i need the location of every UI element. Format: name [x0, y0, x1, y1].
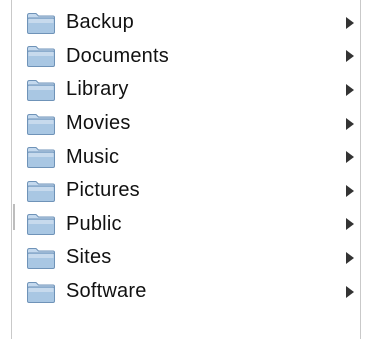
folder-icon [26, 78, 56, 102]
folder-icon-graphic [27, 12, 55, 34]
folder-row-public[interactable]: Public [26, 208, 356, 242]
folder-label: Library [66, 78, 129, 101]
folder-icon-graphic [27, 79, 55, 101]
folder-icon-graphic [27, 46, 55, 68]
folder-highlight [28, 287, 54, 292]
disclosure-arrow-icon [346, 184, 354, 197]
disclosure-arrow-icon [346, 117, 354, 130]
folder-icon-graphic [27, 247, 55, 269]
folder-icon [26, 11, 56, 35]
folder-highlight [28, 253, 54, 258]
folder-icon [26, 179, 56, 203]
folder-highlight [28, 52, 54, 57]
folder-highlight [28, 119, 54, 124]
disclosure-arrow-icon [346, 218, 354, 231]
folder-label: Music [66, 145, 120, 168]
folder-label: Public [66, 212, 122, 235]
folder-icon [26, 112, 56, 136]
disclosure-arrow-icon [346, 285, 354, 298]
folder-icon-graphic [27, 147, 55, 169]
folder-row-sites[interactable]: Sites [26, 241, 356, 275]
folder-label: Sites [66, 246, 112, 269]
folder-icon [26, 145, 56, 169]
folder-row-library[interactable]: Library [26, 73, 356, 107]
folder-icon-graphic [27, 281, 55, 303]
folder-row-software[interactable]: Software [26, 275, 356, 309]
folder-label: Documents [66, 44, 169, 67]
disclosure-arrow-icon [346, 50, 354, 63]
folder-icon-graphic [27, 113, 55, 135]
folder-icon-graphic [27, 214, 55, 236]
folder-row-pictures[interactable]: Pictures [26, 174, 356, 208]
disclosure-arrow-icon [346, 83, 354, 96]
folder-icon [26, 44, 56, 68]
folder-list: Backup Documents Library Movies Music Pi… [26, 6, 356, 308]
folder-highlight [28, 186, 54, 191]
folder-row-backup[interactable]: Backup [26, 6, 356, 40]
disclosure-arrow-icon [346, 151, 354, 164]
folder-icon [26, 246, 56, 270]
folder-row-documents[interactable]: Documents [26, 40, 356, 74]
folder-icon [26, 280, 56, 304]
folder-row-music[interactable]: Music [26, 140, 356, 174]
browser-column-pane: Backup Documents Library Movies Music Pi… [0, 0, 366, 339]
column-divider-right[interactable] [360, 0, 361, 339]
folder-label: Software [66, 280, 147, 303]
folder-highlight [28, 220, 54, 225]
disclosure-arrow-icon [346, 251, 354, 264]
folder-highlight [28, 153, 54, 158]
folder-icon-graphic [27, 180, 55, 202]
folder-row-movies[interactable]: Movies [26, 107, 356, 141]
folder-label: Pictures [66, 179, 140, 202]
column-divider-left[interactable] [11, 0, 12, 339]
column-resize-handle[interactable] [13, 204, 15, 230]
folder-icon [26, 212, 56, 236]
folder-label: Movies [66, 112, 131, 135]
folder-highlight [28, 18, 54, 23]
disclosure-arrow-icon [346, 16, 354, 29]
folder-highlight [28, 85, 54, 90]
folder-label: Backup [66, 11, 134, 34]
